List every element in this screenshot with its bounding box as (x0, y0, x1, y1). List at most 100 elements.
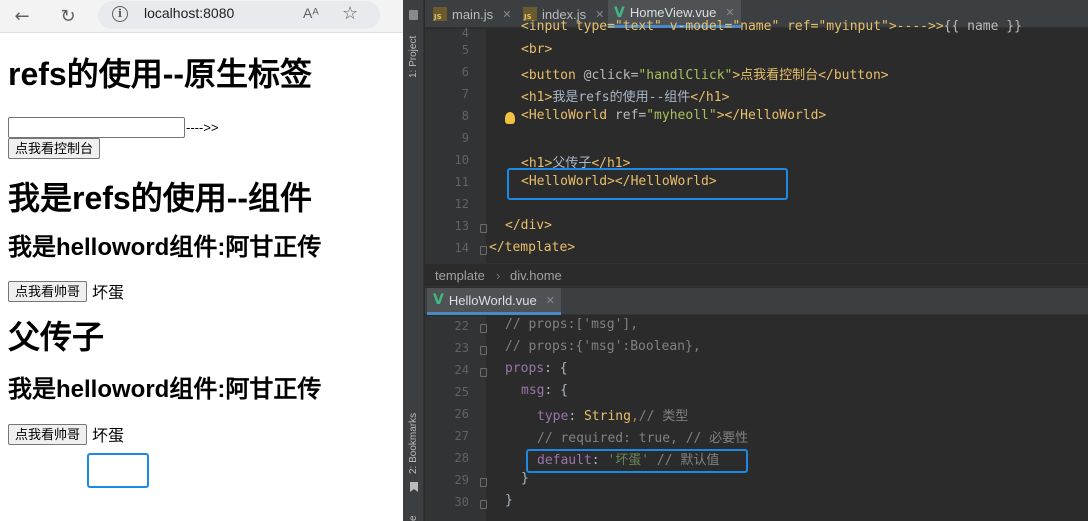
browser-window: ← ↻ i localhost:8080 Aᴬ ☆ refs的使用--原生标签 … (0, 0, 403, 521)
breadcrumb-item[interactable]: template (435, 268, 485, 283)
tab-helloworld-vue[interactable]: V HelloWorld.vue ✕ (427, 288, 561, 315)
line-number: 14 (454, 241, 469, 255)
fold-marker-icon[interactable] (480, 224, 487, 233)
fold-marker-icon[interactable] (480, 368, 487, 377)
code-token: , (630, 409, 639, 424)
close-icon[interactable]: ✕ (502, 8, 511, 21)
value-text-1: 坏蛋 (92, 285, 125, 302)
code-token: "handlClick" (638, 68, 733, 83)
line-number: 6 (461, 65, 469, 79)
editor-gutter-bottom: 22 23 24 25 26 27 28 29 30 (425, 316, 487, 521)
code-line-13: </div> (505, 218, 552, 233)
line-number: 4 (461, 26, 469, 40)
bookmark-icon[interactable] (410, 482, 418, 492)
code-line-26: type: String,// 类型 (537, 405, 688, 424)
lightbulb-icon[interactable] (505, 112, 515, 124)
line-number: 11 (454, 175, 469, 189)
reload-icon[interactable]: ↻ (56, 4, 80, 28)
breadcrumb-item[interactable]: div.home (510, 268, 562, 283)
code-token: button (833, 68, 881, 83)
code-line-30: } (505, 493, 513, 508)
line-number: 29 (454, 473, 469, 487)
component-row-1: 点我看帅哥 坏蛋 (8, 280, 403, 302)
code-token: ref= (607, 108, 647, 123)
vue-file-icon: V (433, 292, 444, 308)
folder-icon[interactable] (409, 10, 418, 20)
code-token: {{ name }} (943, 19, 1022, 34)
code-line-25: msg: { (521, 383, 568, 398)
project-tool-label[interactable]: 1: Project (408, 36, 419, 78)
input-row: ---->> (8, 117, 403, 138)
code-token: String (583, 409, 631, 424)
address-bar[interactable]: i localhost:8080 Aᴬ ☆ (98, 1, 380, 29)
tool-window-strip: 1: Project 2: Bookmarks e (403, 0, 424, 521)
highlight-box-code-top (507, 168, 788, 200)
tab-label: main.js (452, 6, 494, 22)
code-line-22: // props:['msg'], (505, 317, 639, 332)
handsome-button-1[interactable]: 点我看帅哥 (8, 280, 88, 302)
code-token: props (505, 361, 545, 376)
code-token: > (880, 68, 889, 83)
line-number: 7 (461, 87, 469, 101)
highlight-box-code-bottom (526, 449, 748, 473)
highlight-box-browser (87, 453, 149, 488)
editor-tabs-bottom: V HelloWorld.vue ✕ (425, 288, 1088, 315)
code-line-8: <HelloWorld ref="myheoll"></HelloWorld> (521, 108, 826, 123)
address-text[interactable]: localhost:8080 (144, 5, 234, 21)
component-title-1: 我是helloword组件:阿甘正传 (8, 234, 322, 261)
breadcrumb: template › div.home (425, 263, 1088, 287)
heading-component-refs: 我是refs的使用--组件 (8, 180, 313, 216)
code-token: <h1> (521, 90, 553, 105)
component-row-2: 点我看帅哥 坏蛋 (8, 423, 403, 445)
code-token: : { (544, 383, 568, 398)
fold-marker-icon[interactable] (480, 500, 487, 509)
code-token: "myheoll" (646, 108, 717, 123)
page-content: refs的使用--原生标签 ---->> 点我看控制台 我是refs的使用--组… (8, 33, 403, 445)
handsome-button-2[interactable]: 点我看帅哥 (8, 423, 88, 445)
info-icon[interactable]: i (112, 6, 128, 22)
line-number: 24 (454, 363, 469, 377)
line-number: 9 (461, 131, 469, 145)
tab-main-js[interactable]: JS main.js ✕ (427, 0, 517, 28)
line-number: 27 (454, 429, 469, 443)
back-arrow-icon[interactable]: ← (10, 4, 34, 28)
name-input[interactable] (8, 117, 185, 138)
tab-label: HelloWorld.vue (448, 292, 537, 308)
code-token: <input type="text" v-model="name" ref="m… (521, 19, 944, 34)
code-line-24: props: { (505, 361, 568, 376)
close-icon[interactable]: ✕ (725, 6, 734, 19)
line-number: 22 (454, 319, 469, 333)
code-token: : (568, 409, 584, 424)
code-token: <HelloWorld (521, 108, 608, 123)
fold-marker-icon[interactable] (480, 324, 487, 333)
breadcrumb-separator-icon: › (496, 268, 501, 283)
line-number: 23 (454, 341, 469, 355)
editor-gutter-top: 4 5 6 7 8 9 10 11 12 13 14 (425, 26, 487, 263)
line-number: 25 (454, 385, 469, 399)
line-number: 10 (454, 153, 469, 167)
code-token: msg (521, 383, 545, 398)
line-number: 5 (461, 43, 469, 57)
code-line-6: <button @click="handlClick">点我看控制台</butt… (521, 64, 889, 83)
read-aloud-icon[interactable]: Aᴬ (303, 5, 319, 21)
heading-parent-child: 父传子 (8, 319, 105, 355)
code-token: : { (544, 361, 568, 376)
line-number: 26 (454, 407, 469, 421)
line-number: 12 (454, 197, 469, 211)
line-number: 30 (454, 495, 469, 509)
code-token: </h1> (690, 90, 730, 105)
bookmarks-tool-label[interactable]: 2: Bookmarks (408, 413, 419, 474)
bottom-tool-label[interactable]: e (408, 515, 419, 521)
fold-marker-icon[interactable] (480, 346, 487, 355)
favorite-star-icon[interactable]: ☆ (342, 3, 358, 24)
line-number: 13 (454, 219, 469, 233)
tab-label: HomeView.vue (629, 5, 717, 20)
component-title-2: 我是helloword组件:阿甘正传 (8, 376, 322, 403)
fold-marker-icon[interactable] (480, 246, 487, 255)
console-button[interactable]: 点我看控制台 (8, 138, 101, 159)
fold-marker-icon[interactable] (480, 478, 487, 487)
code-line-29: } (521, 471, 529, 486)
close-icon[interactable]: ✕ (546, 294, 555, 307)
line-number: 28 (454, 451, 469, 465)
code-line-14: </template> (489, 240, 576, 255)
